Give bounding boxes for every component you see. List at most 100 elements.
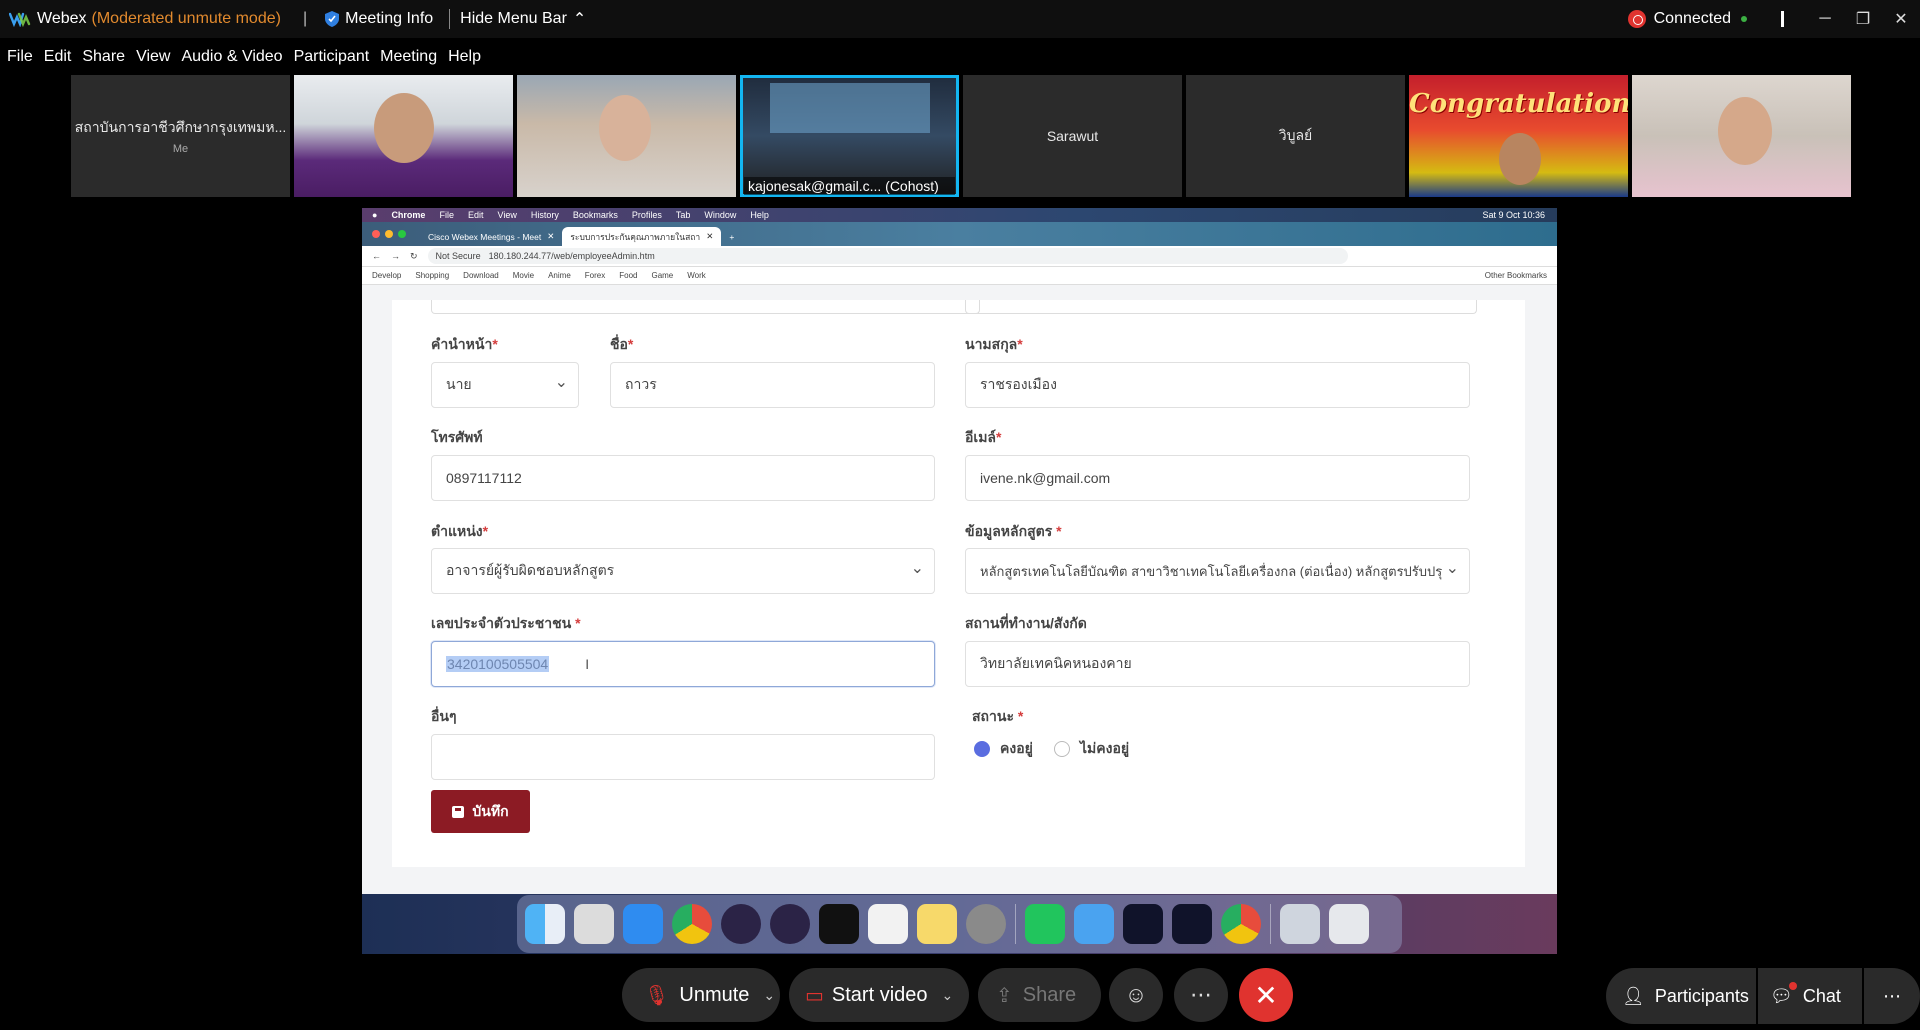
chat-bubble-icon: 💬︎ (1770, 981, 1797, 1007)
reactions-button[interactable]: ☺ (1109, 968, 1163, 1022)
participant-face (1718, 97, 1772, 165)
title-separator: | (302, 10, 308, 27)
status-label: สถานะ * (972, 708, 1024, 724)
smiley-icon: ☺ (1124, 982, 1148, 1007)
shield-icon (325, 11, 340, 27)
bookmark-item: Food (619, 271, 638, 280)
status-option-label: ไม่คงอยู่ (1080, 740, 1130, 756)
course-select[interactable]: หลักสูตรเทคโนโลยีบัณฑิต สาขาวิชาเทคโนโลย… (965, 548, 1470, 594)
email-field[interactable]: ivene.nk@gmail.com (965, 455, 1470, 501)
menu-share[interactable]: Share (82, 48, 125, 66)
app-name: Webex (37, 10, 87, 27)
employee-form-card: คำนำหน้า* นาย ชื่อ* ถาวร นามสกุล* ราชรอง… (392, 300, 1525, 867)
participant-video-tile[interactable] (517, 75, 736, 197)
toolbar-handle-icon[interactable] (1781, 11, 1784, 27)
participant-tile[interactable]: Sarawut (963, 75, 1182, 197)
mac-menu-help: Help (750, 210, 769, 220)
browser-tab-active: ระบบการประกันคุณภาพภายในสถา ✕ (562, 227, 722, 246)
participant-face (599, 95, 651, 161)
more-options-button[interactable]: ⋯ (1174, 968, 1228, 1022)
mac-dock (517, 895, 1402, 953)
position-select[interactable]: อาจารย์ผู้รับผิดชอบหลักสูตร (431, 548, 935, 594)
restore-icon[interactable]: ❐ (1844, 0, 1882, 38)
status-radio-inactive[interactable]: ไม่คงอยู่ (1054, 738, 1129, 760)
minimize-icon[interactable]: ─ (1806, 0, 1844, 38)
participant-tile-me[interactable]: สถาบันการอาชีวศึกษากรุงเทพมห... Me (71, 75, 290, 197)
person-icon: 👤︎ (1622, 985, 1645, 1006)
floppy-disk-icon (452, 805, 465, 818)
menu-edit[interactable]: Edit (44, 48, 72, 66)
shared-screen: ● Chrome File Edit View History Bookmark… (362, 208, 1557, 954)
participant-face (374, 93, 434, 163)
participant-video-tile[interactable] (1632, 75, 1851, 197)
menu-view[interactable]: View (136, 48, 170, 66)
menu-help[interactable]: Help (448, 48, 481, 66)
browser-tab-label: Cisco Webex Meetings - Meet (428, 231, 542, 242)
other-field[interactable] (431, 734, 935, 780)
share-button[interactable]: ⇪ Share (978, 968, 1101, 1022)
participants-button[interactable]: 👤︎ Participants (1606, 968, 1756, 1024)
more-dots-icon: ⋯ (1883, 985, 1901, 1006)
start-video-button[interactable]: ▭ Start video ⌄ (789, 968, 969, 1022)
idcard-field[interactable]: 3420100505504 I (431, 641, 935, 687)
hide-menu-bar-button[interactable]: Hide Menu Bar ⌃ (449, 9, 586, 29)
menu-bar: File Edit Share View Audio & Video Parti… (0, 40, 485, 74)
email-label: อีเมล์* (965, 429, 1002, 445)
meeting-info-label: Meeting Info (345, 10, 434, 27)
mac-menu-chrome: Chrome (391, 210, 426, 220)
participant-video-tile[interactable]: Congratulations (1409, 75, 1628, 197)
status-option-label: คงอยู่ (1000, 740, 1033, 756)
menu-audio-video[interactable]: Audio & Video (181, 48, 282, 66)
webex-app-icon (1123, 904, 1163, 944)
field-cutoff (431, 300, 980, 314)
lastname-field[interactable]: ราชรองเมือง (965, 362, 1470, 408)
finder-icon (525, 904, 565, 944)
meeting-info-button[interactable]: Meeting Info (325, 10, 433, 28)
bookmark-item: Work (687, 271, 706, 280)
forward-icon: → (391, 251, 400, 261)
participant-name: Sarawut (1046, 128, 1099, 144)
participant-tile[interactable]: วิบูลย์ (1186, 75, 1405, 197)
more-dots-icon: ⋯ (1190, 982, 1212, 1007)
save-button[interactable]: บันทึก (431, 790, 530, 833)
firstname-field[interactable]: ถาวร (610, 362, 935, 408)
video-options-chevron-icon[interactable]: ⌄ (942, 987, 954, 1004)
notes-icon (917, 904, 957, 944)
menu-meeting[interactable]: Meeting (380, 48, 437, 66)
unmute-options-chevron-icon[interactable]: ⌄ (763, 987, 775, 1004)
video-off-icon: ▭ (805, 984, 824, 1007)
radio-checked-icon (974, 741, 990, 757)
bookmark-item: Shopping (415, 271, 450, 280)
participant-video-tile[interactable] (294, 75, 513, 197)
workplace-field[interactable]: วิทยาลัยเทคนิคหนองคาย (965, 641, 1470, 687)
unmute-button[interactable]: 🎙︎ Unmute ⌄ (622, 968, 780, 1022)
phone-field[interactable]: 0897117112 (431, 455, 935, 501)
close-window-icon[interactable]: ✕ (1882, 0, 1920, 38)
title-bar: Webex (Moderated unmute mode) | Meeting … (0, 0, 1920, 38)
back-icon: ← (372, 251, 381, 261)
phone-label: โทรศัพท์ (431, 429, 483, 445)
more-panels-button[interactable]: ⋯ (1864, 968, 1920, 1024)
eclipse-icon (770, 904, 810, 944)
zoom-dot-icon (398, 230, 406, 238)
participant-face (1499, 133, 1541, 185)
firstname-label: ชื่อ* (610, 336, 634, 352)
participant-video-tile-active-speaker[interactable]: kajonesak@gmail.c... (Cohost) (740, 75, 959, 197)
mac-desktop (362, 894, 1557, 954)
chat-button[interactable]: 💬︎ Chat (1758, 968, 1862, 1024)
title-select[interactable]: นาย (431, 362, 579, 408)
webex-meetings-icon (1172, 904, 1212, 944)
status-radio-active[interactable]: คงอยู่ (974, 738, 1033, 760)
participant-name: kajonesak@gmail.c... (Cohost) (744, 177, 955, 195)
mac-menu-edit: Edit (467, 210, 484, 220)
reload-icon: ↻ (410, 250, 418, 261)
connection-dot-icon (1741, 16, 1747, 22)
menu-file[interactable]: File (7, 48, 33, 66)
keynote-icon (1074, 904, 1114, 944)
leave-meeting-button[interactable]: ✕ (1239, 968, 1293, 1022)
bookmarks-bar: Develop Shopping Download Movie Anime Fo… (362, 267, 1557, 285)
browser-address-bar: ← → ↻ Not Secure 180.180.244.77/web/empl… (362, 246, 1557, 267)
mac-menu-file: File (439, 210, 454, 220)
menu-participant[interactable]: Participant (294, 48, 370, 66)
meeting-controls: 🎙︎ Unmute ⌄ ▭ Start video ⌄ ⇪ Share ☺ ⋯ … (0, 960, 1920, 1030)
